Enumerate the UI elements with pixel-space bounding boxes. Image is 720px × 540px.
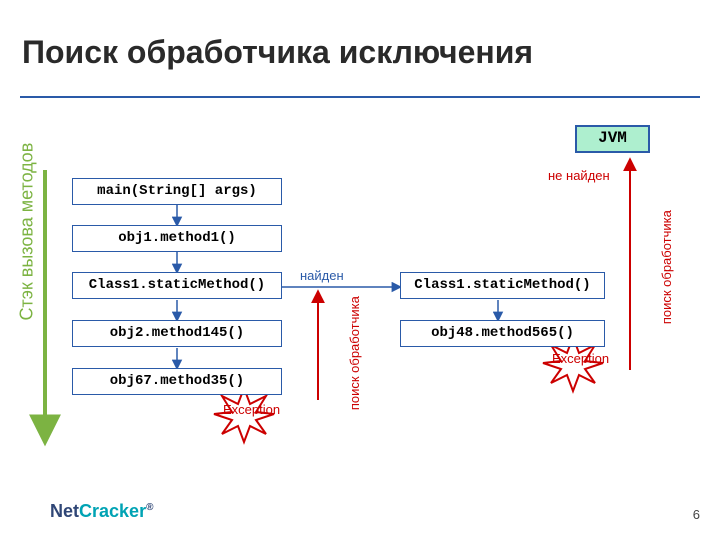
page-number: 6 <box>693 507 700 522</box>
page-title: Поиск обработчика исключения <box>22 34 533 71</box>
stack-box-method145: obj2.method145() <box>72 320 282 347</box>
stack-box-method565: obj48.method565() <box>400 320 605 347</box>
jvm-box: JVM <box>575 125 650 153</box>
stack-box-static1-right: Class1.staticMethod() <box>400 272 605 299</box>
stack-box-static1-left: Class1.staticMethod() <box>72 272 282 299</box>
logo-part1: Net <box>50 501 79 521</box>
horizontal-rule <box>20 96 700 98</box>
call-stack-axis-label: Стэк вызова методов <box>17 143 38 321</box>
search-handler-right-label: поиск обработчика <box>660 210 674 324</box>
stack-box-method35: obj67.method35() <box>72 368 282 395</box>
found-label: найден <box>300 268 344 283</box>
exception-burst-right-label: Exception <box>552 351 602 366</box>
stack-box-main: main(String[] args) <box>72 178 282 205</box>
search-handler-left-label: поиск обработчика <box>348 296 362 410</box>
exception-burst-left-label: Exception <box>223 402 273 417</box>
diagram-arrows <box>0 0 720 540</box>
logo-part2: Cracker <box>79 501 146 521</box>
not-found-label: не найден <box>548 168 610 183</box>
netcracker-logo: NetCracker® <box>50 501 153 522</box>
stack-box-method1: obj1.method1() <box>72 225 282 252</box>
